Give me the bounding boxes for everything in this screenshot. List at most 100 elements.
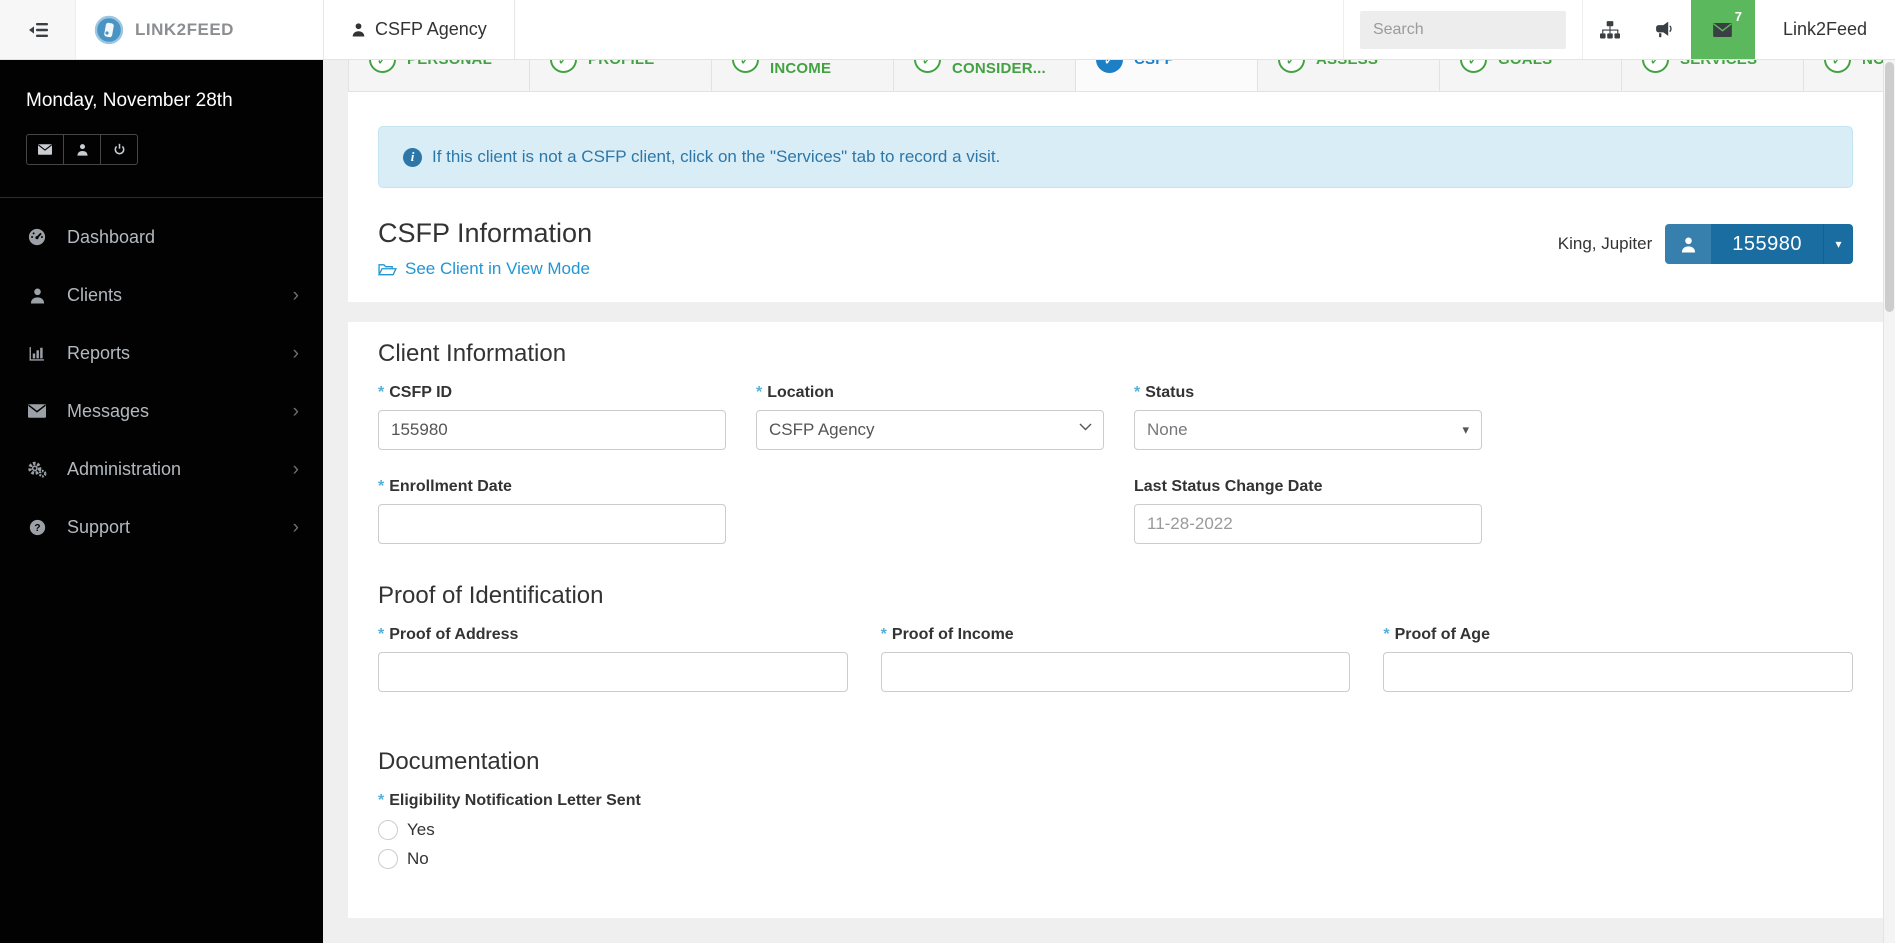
proof-row: * Proof of Address * Proof of Income * Proo… (378, 625, 1854, 692)
scrollbar-thumb[interactable] (1885, 62, 1894, 312)
brand-logo[interactable]: LINK2FEED (76, 0, 323, 59)
collapse-menu-icon (27, 22, 49, 38)
enrollment-date-input[interactable] (378, 503, 726, 544)
sidebar-collapse-button[interactable] (0, 0, 76, 59)
user-icon (351, 22, 366, 37)
proof-of-income-field: * Proof of Income (880, 625, 1351, 692)
agency-selector[interactable]: CSFP Agency (323, 0, 515, 59)
required-asterisk: * (1134, 383, 1141, 401)
required-asterisk: * (378, 383, 385, 401)
eligibility-letter-yes-option[interactable]: Yes (378, 819, 1853, 840)
proof-of-identification-heading: Proof of Identification (378, 581, 604, 609)
proof-of-address-label: * Proof of Address (378, 625, 519, 643)
sidebar-divider (0, 197, 323, 198)
sidebar: Monday, November 28th Dashboard Clients … (0, 60, 323, 943)
radio-button-icon[interactable] (378, 848, 398, 869)
messages-quick-button[interactable] (26, 134, 64, 165)
radio-button-icon[interactable] (378, 819, 398, 840)
csfp-form-panel: Client Information *CSFP ID *Location CS… (348, 321, 1883, 918)
info-icon: i (403, 147, 422, 167)
last-status-change-label: Last Status Change Date (1134, 477, 1323, 495)
sidebar-item-administration[interactable]: Administration › (0, 440, 323, 498)
logout-quick-button[interactable] (100, 134, 138, 165)
chevron-right-icon: › (292, 342, 299, 364)
caret-down-icon: ▾ (1823, 224, 1853, 264)
client-id-value: 155980 (1732, 232, 1802, 255)
chevron-right-icon: › (292, 516, 299, 538)
sidebar-item-support[interactable]: ? Support › (0, 498, 323, 556)
client-information-heading: Client Information (378, 339, 567, 367)
sidebar-item-messages[interactable]: Messages › (0, 382, 323, 440)
status-value: None (1147, 419, 1188, 439)
eligibility-letter-no-option[interactable]: No (378, 848, 1853, 869)
sidebar-item-dashboard[interactable]: Dashboard (0, 208, 323, 266)
eligibility-letter-label: * Eligibility Notification Letter Sent (378, 791, 641, 809)
enrollment-date-label: * Enrollment Date (378, 477, 512, 495)
page-scrollbar (1883, 60, 1895, 943)
proof-of-age-field: * Proof of Age (1383, 625, 1854, 692)
megaphone-icon (1654, 21, 1674, 38)
user-icon (76, 143, 89, 156)
last-status-change-input[interactable] (1134, 503, 1482, 544)
topbar-actions: 7 Link2Feed (1342, 0, 1895, 59)
bar-chart-icon (26, 345, 48, 362)
client-info-row-1: *CSFP ID *Location CSFP Agency (378, 384, 1853, 450)
location-field: * Location CSFP Agency (756, 384, 1104, 450)
agency-name: CSFP Agency (375, 19, 487, 39)
brand-name: LINK2FEED (135, 19, 234, 39)
search-input[interactable] (1359, 10, 1566, 49)
messages-button[interactable]: 7 (1690, 0, 1755, 59)
location-label: * Location (756, 383, 834, 401)
documentation-heading: Documentation (378, 747, 540, 775)
folder-open-icon (378, 262, 397, 277)
status-label: * Status (1134, 383, 1195, 401)
svg-text:?: ? (34, 523, 40, 534)
chevron-right-icon: › (292, 458, 299, 480)
sidebar-date: Monday, November 28th (26, 90, 233, 111)
required-asterisk: * (880, 625, 887, 643)
client-id-button[interactable]: 155980 ▾ (1665, 224, 1853, 264)
proof-of-age-input[interactable] (1383, 651, 1854, 692)
envelope-icon (38, 144, 52, 155)
status-select[interactable]: None ▾ (1134, 409, 1482, 450)
csfp-id-input[interactable] (378, 409, 726, 450)
gears-icon (26, 460, 48, 478)
sidebar-item-clients[interactable]: Clients › (0, 266, 323, 324)
user-icon (26, 287, 48, 304)
view-mode-link[interactable]: See Client in View Mode (378, 259, 590, 279)
profile-quick-button[interactable] (63, 134, 101, 165)
chevron-right-icon: › (292, 284, 299, 306)
dashboard-icon (26, 228, 48, 246)
client-chip: King, Jupiter 155980 ▾ (1558, 224, 1853, 264)
status-field: * Status None ▾ (1134, 384, 1482, 450)
client-info-row-2: * Enrollment Date Last Status Change Date (378, 478, 1853, 544)
required-asterisk: * (378, 791, 385, 809)
required-asterisk: * (378, 477, 385, 495)
info-alert-text: If this client is not a CSFP client, cli… (432, 147, 1001, 166)
csfp-id-label: * CSFP ID (378, 383, 453, 401)
proof-of-income-label: * Proof of Income (880, 625, 1014, 643)
messages-count-badge: 7 (1734, 9, 1742, 24)
location-select[interactable]: CSFP Agency (756, 409, 1104, 450)
network-name: Link2Feed (1782, 19, 1867, 39)
client-name: King, Jupiter (1557, 234, 1653, 253)
csfp-header-panel: i If this client is not a CSFP client, c… (348, 92, 1883, 302)
sitemap-icon (1599, 20, 1620, 39)
envelope-icon (1713, 22, 1733, 37)
required-asterisk: * (378, 625, 385, 643)
sidebar-item-reports[interactable]: Reports › (0, 324, 323, 382)
proof-of-address-input[interactable] (378, 651, 848, 692)
csfp-id-field: * CSFP ID (378, 384, 726, 450)
user-icon (1665, 224, 1712, 264)
sidebar-nav: Dashboard Clients › Reports › Messages ›… (0, 208, 323, 556)
top-navigation-bar: LINK2FEED CSFP Agency Search 7 Link2Feed (0, 0, 1895, 60)
main-content: ✓ PERSONAL ✓ PROFILE ✓ MONTHLY INCOME ✓ … (323, 0, 1895, 918)
last-status-change-field: Last Status Change Date (1134, 478, 1482, 544)
proof-of-income-input[interactable] (880, 651, 1351, 692)
proof-of-age-label: * Proof of Age (1383, 625, 1490, 643)
info-alert: i If this client is not a CSFP client, c… (378, 126, 1853, 188)
announcements-button[interactable] (1637, 0, 1691, 59)
sidebar-quick-actions (26, 134, 138, 165)
sitemap-button[interactable] (1583, 0, 1637, 59)
required-asterisk: * (756, 383, 763, 401)
